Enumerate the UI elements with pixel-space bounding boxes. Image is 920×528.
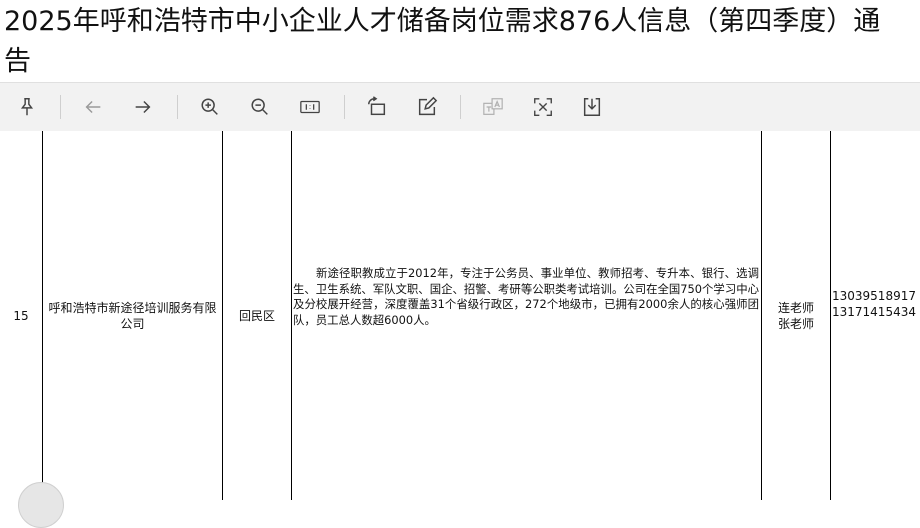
translate-icon [483,98,503,115]
contact-persons: 连老师 张老师 [762,131,830,500]
contact-person: 张老师 [777,316,814,331]
zoom-out-button[interactable] [244,91,276,123]
annotate-button[interactable] [411,91,443,123]
fit-page-icon [300,100,320,114]
document-page[interactable]: 15 呼和浩特市新途径培训服务有限公司 回民区 新途径职教成立于2012年，专注… [0,131,920,500]
translate-button[interactable] [477,91,509,123]
download-icon [583,98,601,116]
contact-person: 连老师 [777,300,814,315]
pin-icon [20,98,34,116]
text-select-button[interactable] [527,91,559,123]
zoom-in-button[interactable] [194,91,226,123]
forward-button[interactable] [127,91,159,123]
pin-button[interactable] [11,91,43,123]
page-title: 2025年呼和浩特市中小企业人才储备岗位需求876人信息（第四季度）通告 [4,6,881,77]
row-index: 15 [13,308,29,323]
company-description: 新途径职教成立于2012年，专注于公务员、事业单位、教师招考、专升本、银行、选调… [293,266,759,327]
scroll-back-button[interactable] [18,482,64,528]
contact-phone: 13171415434 [832,304,916,319]
annotate-icon [418,96,438,116]
back-button[interactable] [77,91,109,123]
fit-page-button[interactable] [294,91,326,123]
forward-arrow-icon [135,100,151,114]
contact-phone: 13039518917 [832,288,916,303]
contact-phones: 13039518917 13171415434 [832,131,920,488]
district: 回民区 [238,308,275,323]
text-select-icon [534,98,552,116]
zoom-in-icon [201,98,218,115]
rotate-icon [368,96,386,116]
rotate-button[interactable] [361,91,393,123]
download-button[interactable] [576,91,608,123]
company-name: 呼和浩特市新途径培训服务有限公司 [48,300,217,331]
pdf-toolbar [0,82,920,132]
back-arrow-icon [85,100,101,114]
zoom-out-icon [251,98,268,115]
